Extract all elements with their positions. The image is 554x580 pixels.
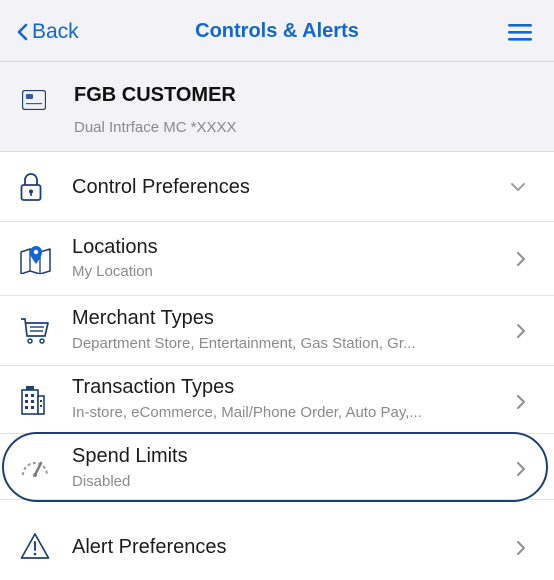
credit-card-icon [22,90,46,110]
merchant-types-title: Merchant Types [72,307,214,329]
locations-row[interactable]: Locations My Location [0,222,554,296]
merchant-types-row[interactable]: Merchant Types Department Store, Enterta… [0,296,554,366]
alert-preferences-title: Alert Preferences [72,536,227,558]
spend-limits-title: Spend Limits [72,445,188,467]
chevron-right-icon [517,462,525,476]
building-icon [21,386,45,415]
chevron-right-icon [517,541,525,555]
transaction-types-row[interactable]: Transaction Types In-store, eCommerce, M… [0,366,554,434]
chevron-down-icon [511,183,525,191]
hamburger-menu-icon[interactable] [508,22,532,42]
locations-subtitle: My Location [72,263,153,280]
card-description: Dual Intrface MC *XXXX [74,119,237,136]
chevron-right-icon [517,324,525,338]
spend-limits-subtitle: Disabled [72,473,131,490]
control-preferences-title: Control Preferences [72,176,250,198]
shopping-cart-icon [21,318,49,344]
chevron-right-icon [517,395,525,409]
control-preferences-row[interactable]: Control Preferences [0,152,554,222]
alert-preferences-row[interactable]: Alert Preferences [0,500,554,580]
gauge-icon [22,461,48,477]
page-title: Controls & Alerts [195,20,359,42]
map-pin-icon [20,246,51,274]
chevron-right-icon [517,252,525,266]
merchant-types-subtitle: Department Store, Entertainment, Gas Sta… [72,335,416,352]
transaction-types-subtitle: In-store, eCommerce, Mail/Phone Order, A… [72,404,422,421]
transaction-types-title: Transaction Types [72,376,235,398]
lock-icon [20,173,42,201]
navigation-bar: Back Controls & Alerts [0,0,554,62]
card-holder-name: FGB CUSTOMER [74,84,236,106]
warning-triangle-icon [20,533,50,559]
locations-title: Locations [72,236,158,258]
spend-limits-row[interactable]: Spend Limits Disabled [0,434,554,500]
card-header: FGB CUSTOMER Dual Intrface MC *XXXX [0,62,554,152]
